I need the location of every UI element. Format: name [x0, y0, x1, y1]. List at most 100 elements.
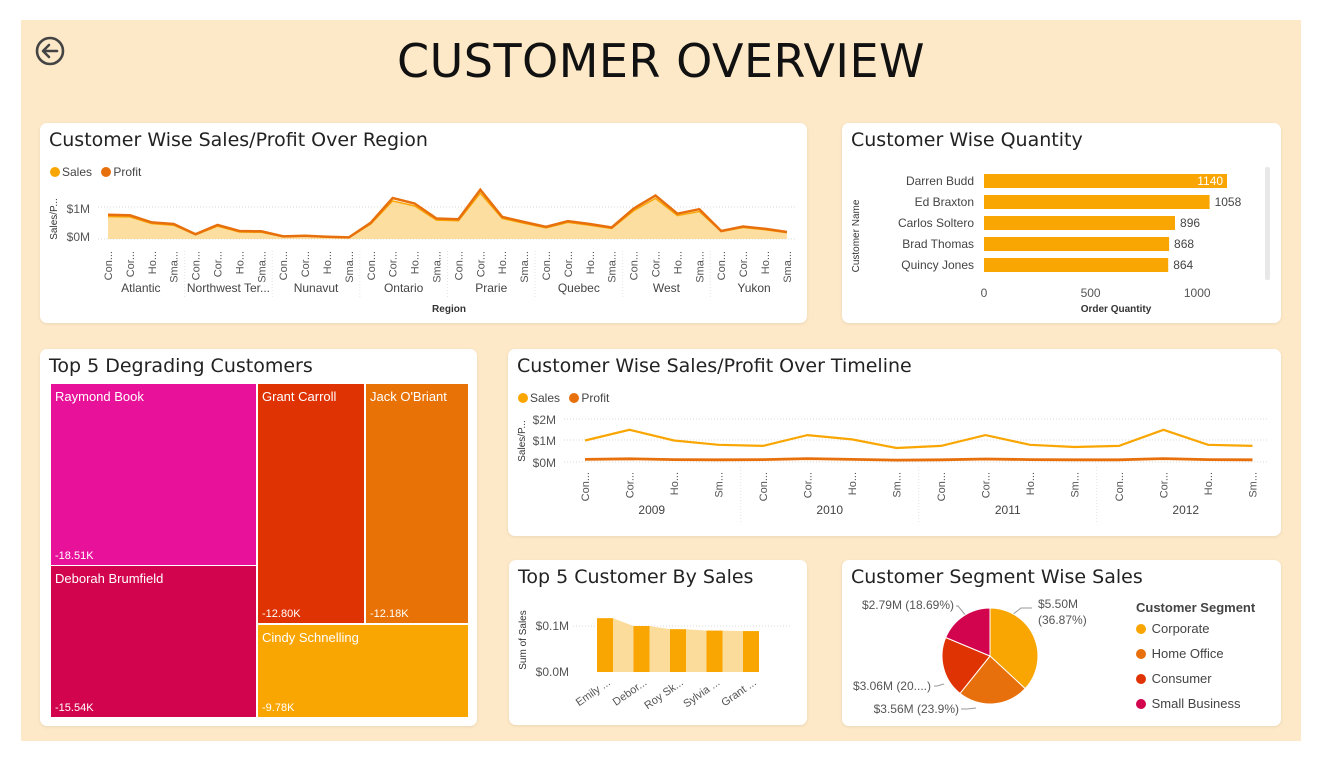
- legend-dot: [1136, 699, 1146, 709]
- timeline-y-axis-title: Sales/P...: [517, 420, 528, 462]
- region-group-label: Yukon: [737, 281, 770, 295]
- region-x-tick: Ho...: [147, 251, 159, 274]
- region-x-tick: Sma...: [344, 251, 356, 283]
- top5-y-tick-00m: $0.0M: [536, 665, 569, 679]
- legend-label: Corporate: [1151, 621, 1210, 636]
- timeline-x-tick: Ho...: [1025, 472, 1037, 495]
- legend-item-corporate[interactable]: Corporate: [1136, 621, 1209, 636]
- timeline-x-tick: Sm...: [1248, 472, 1260, 498]
- top5-sales-plot: Sum of Sales $0.1M $0.0M Emily ...Debor.…: [518, 610, 791, 712]
- leader-line-corporate: [1011, 607, 1032, 616]
- quantity-bar: [984, 237, 1170, 251]
- quantity-category-label: Quincy Jones: [901, 258, 974, 272]
- slice-label-corporate-pct: (36.87%): [1038, 613, 1087, 627]
- quantity-category-label: Carlos Soltero: [898, 216, 974, 230]
- quantity-data-label: 1140: [1197, 174, 1223, 188]
- top5-sales-card: Top 5 Customer By Sales Sum of Sales $0.…: [509, 560, 807, 725]
- quantity-data-label: 868: [1174, 237, 1194, 251]
- slice-label-home-office: $3.56M (23.9%): [874, 702, 959, 716]
- top5-bar: [597, 618, 613, 672]
- region-x-tick: Cor...: [388, 251, 400, 277]
- timeline-x-tick: Ho...: [1203, 472, 1215, 495]
- top5-bar: [633, 626, 650, 672]
- timeline-x-tick: Cor...: [1159, 472, 1171, 498]
- timeline-x-tick: Sm...: [1070, 472, 1082, 498]
- legend-label: Small Business: [1151, 696, 1241, 711]
- legend-dot: [1136, 674, 1146, 684]
- treemap-card: Top 5 Degrading Customers Raymond Book -…: [40, 349, 477, 726]
- region-x-tick: Ho...: [410, 251, 422, 274]
- timeline-x-tick: Con...: [580, 472, 592, 501]
- quantity-x-axis-title: Order Quantity: [1081, 304, 1152, 315]
- top5-x-tick: Roy Sk...: [642, 677, 685, 712]
- timeline-x-tick: Con...: [936, 472, 948, 501]
- quantity-data-label: 1058: [1215, 195, 1242, 209]
- quantity-scrollbar[interactable]: [1265, 167, 1270, 280]
- region-x-tick: Sma...: [782, 251, 794, 283]
- region-y-axis-title: Sales/P...: [49, 198, 60, 240]
- legend-item-home-office[interactable]: Home Office: [1136, 646, 1224, 661]
- segment-legend-title: Customer Segment: [1136, 600, 1256, 615]
- region-group-label: Atlantic: [121, 281, 160, 295]
- quantity-x-tick: 0: [981, 286, 988, 300]
- tile-label: Cindy Schnelling: [262, 630, 359, 645]
- timeline-x-tick: Cor...: [981, 472, 993, 498]
- top5-x-tick: Sylvia ...: [681, 677, 722, 711]
- dashboard-canvas: CUSTOMER OVERVIEW Customer Wise Sales/Pr…: [21, 20, 1301, 741]
- slice-label-consumer: $3.06M (20....): [853, 679, 931, 693]
- region-x-tick: Sma...: [694, 251, 706, 283]
- region-x-tick: Sma...: [169, 251, 181, 283]
- region-x-tick: Cor...: [213, 251, 225, 277]
- treemap-tile-deborah-brumfield[interactable]: Deborah Brumfield -15.54K: [50, 565, 257, 718]
- quantity-bar: [984, 195, 1210, 209]
- region-x-tick: Sma...: [519, 251, 531, 283]
- sales-area: [108, 193, 787, 239]
- region-x-tick: Cor...: [300, 251, 312, 277]
- timeline-sales-line: [584, 428, 1253, 450]
- quantity-category-label: Brad Thomas: [902, 237, 974, 251]
- top5-y-tick-01m: $0.1M: [536, 619, 569, 633]
- quantity-chart-plot: Customer Name Order Quantity Darren Budd…: [851, 167, 1270, 315]
- treemap-tile-jack-obriant[interactable]: Jack O'Briant -12.18K: [365, 383, 469, 624]
- quantity-bar: [984, 174, 1227, 188]
- timeline-year-label: 2009: [638, 503, 665, 517]
- timeline-y-tick-1m: $1M: [533, 434, 556, 448]
- top5-y-axis-title: Sum of Sales: [518, 610, 529, 669]
- region-x-tick: Ho...: [585, 251, 597, 274]
- legend-label: Home Office: [1151, 646, 1224, 661]
- treemap-tile-raymond-book[interactable]: Raymond Book -18.51K: [50, 383, 257, 566]
- quantity-y-axis-title: Customer Name: [851, 199, 862, 272]
- quantity-bar: [984, 258, 1169, 272]
- region-x-tick: Con...: [716, 251, 728, 280]
- slice-label-small-business: $2.79M (18.69%): [862, 598, 954, 612]
- timeline-chart-plot: Sales/P... $2M $1M $0M Con... Cor... Ho...…: [517, 413, 1268, 522]
- quantity-x-tick: 1000: [1184, 286, 1211, 300]
- quantity-data-label: 864: [1173, 258, 1193, 272]
- region-x-tick: Ho...: [497, 251, 509, 274]
- legend-item-small-business[interactable]: Small Business: [1136, 696, 1241, 711]
- legend-dot: [1136, 624, 1146, 634]
- region-x-tick: Ho...: [760, 251, 772, 274]
- quantity-chart-card: Customer Wise Quantity Customer Name Ord…: [842, 123, 1281, 323]
- timeline-profit-line: [584, 457, 1253, 462]
- treemap-tile-cindy-schnelling[interactable]: Cindy Schnelling -9.78K: [257, 624, 469, 718]
- region-x-tick: Cor...: [651, 251, 663, 277]
- back-arrow-icon[interactable]: [35, 36, 65, 66]
- timeline-x-tick: Con...: [758, 472, 770, 501]
- legend-item-consumer[interactable]: Consumer: [1136, 671, 1212, 686]
- timeline-year-label: 2010: [816, 503, 843, 517]
- region-group-label: Ontario: [384, 281, 424, 295]
- region-y-tick-1m: $1M: [67, 202, 90, 216]
- timeline-x-tick: Cor...: [803, 472, 815, 498]
- leader-line-home-office: [961, 707, 977, 710]
- tile-value: -12.80K: [262, 608, 301, 620]
- timeline-y-tick-2m: $2M: [533, 413, 556, 427]
- region-x-tick: Con...: [103, 251, 115, 280]
- treemap-tile-grant-carroll[interactable]: Grant Carroll -12.80K: [257, 383, 365, 624]
- top5-x-tick: Grant ...: [719, 677, 758, 710]
- region-y-tick-0m: $0M: [67, 230, 90, 244]
- timeline-chart-card: Customer Wise Sales/Profit Over Timeline…: [508, 349, 1281, 536]
- region-x-tick: Con...: [278, 251, 290, 280]
- page-title: CUSTOMER OVERVIEW: [396, 34, 926, 88]
- timeline-x-tick: Sm...: [892, 472, 904, 498]
